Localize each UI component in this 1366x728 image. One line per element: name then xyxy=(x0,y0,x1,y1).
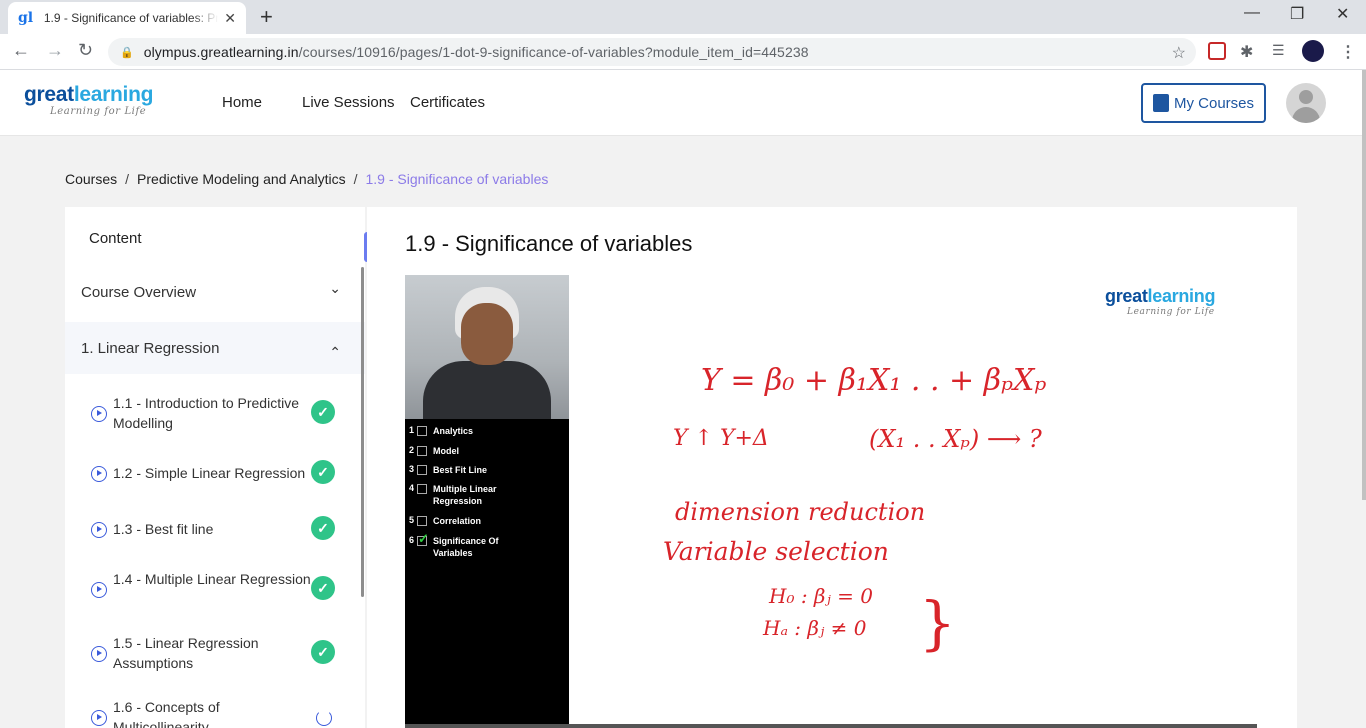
menu-icon[interactable]: ⋮ xyxy=(1340,42,1358,61)
play-circle-icon xyxy=(91,522,107,538)
equation-line: Y = β₀ + β₁X₁ . . + βₚXₚ xyxy=(701,363,1046,398)
breadcrumb: Courses / Predictive Modeling and Analytic… xyxy=(65,171,549,187)
handwritten-text: dimension reduction xyxy=(675,498,925,526)
outline-item: 3 Best Fit Line xyxy=(409,464,488,475)
nav-live-sessions[interactable]: Live Sessions xyxy=(302,94,395,111)
play-circle-icon xyxy=(91,406,107,422)
greatlearning-logo[interactable]: greatlearning Learning for Life xyxy=(24,84,153,118)
url-text: olympus.greatlearning.in/courses/10916/p… xyxy=(143,44,809,60)
equation-line: (X₁ . . Xₚ) ⟶ ? xyxy=(869,425,1042,453)
breadcrumb-courses[interactable]: Courses xyxy=(65,171,117,187)
lock-icon: 🔒 xyxy=(120,46,134,59)
sidebar-title: Content xyxy=(89,230,142,247)
hypothesis-alt: Hₐ : βⱼ ≠ 0 xyxy=(762,616,867,640)
outline-item: 1 Analytics xyxy=(409,425,474,436)
outline-item: 6Significance Of Variables xyxy=(409,531,523,559)
video-logo: greatlearning Learning for Life xyxy=(1105,286,1216,317)
sidebar-scrollbar[interactable] xyxy=(361,267,364,597)
book-icon xyxy=(1152,94,1169,112)
browser-tabstrip: gl 1.9 - Significance of variables: Pre … xyxy=(0,0,1366,34)
check-icon: ✓ xyxy=(311,400,335,424)
check-icon: ✓ xyxy=(311,516,335,540)
nav-certificates[interactable]: Certificates xyxy=(410,94,485,111)
profile-icon[interactable] xyxy=(1302,40,1324,62)
play-circle-icon xyxy=(91,466,107,482)
browser-toolbar: ← → ↻ 🔒 olympus.greatlearning.in/courses… xyxy=(0,34,1366,70)
restore-icon[interactable]: ❐ xyxy=(1290,4,1304,24)
loading-spinner-icon xyxy=(316,710,332,726)
check-icon: ✓ xyxy=(311,640,335,664)
avatar[interactable] xyxy=(1286,83,1326,123)
presenter-video xyxy=(405,275,569,419)
window-close-icon[interactable]: ✕ xyxy=(1336,4,1349,24)
outline-item: 5 Correlation xyxy=(409,515,482,526)
video-outline: 1 Analytics 2 Model 3 Best Fit Line 4 Multip… xyxy=(405,419,569,728)
forward-icon[interactable]: → xyxy=(46,40,64,61)
whiteboard: Y = β₀ + β₁X₁ . . + βₚXₚ Y ↑ Y+Δ (X₁ . .… xyxy=(569,275,1257,728)
check-icon: ✓ xyxy=(311,460,335,484)
page-scrollbar[interactable] xyxy=(1362,70,1366,500)
puzzle-icon[interactable]: ✱ xyxy=(1240,42,1258,61)
chevron-up-icon: ⌃ xyxy=(329,344,341,360)
handwritten-text: Variable selection xyxy=(663,537,889,566)
play-circle-icon xyxy=(91,646,107,662)
check-icon xyxy=(417,531,429,547)
media-icon[interactable]: ☰ xyxy=(1272,42,1290,60)
video-progress-bar[interactable] xyxy=(405,724,1257,728)
outline-item: 2 Model xyxy=(409,445,459,456)
address-bar[interactable]: 🔒 olympus.greatlearning.in/courses/10916… xyxy=(108,38,1196,66)
site-header: greatlearning Learning for Life Home Liv… xyxy=(0,70,1362,136)
hypothesis-null: H₀ : βⱼ = 0 xyxy=(768,584,873,608)
equation-line: Y ↑ Y+Δ xyxy=(673,426,769,451)
content-sidebar: Content Course Overview ⌄ 1. Linear Regr… xyxy=(65,207,365,728)
brace: } xyxy=(919,589,956,657)
greatlearning-favicon-icon: gl xyxy=(18,10,34,26)
section-linear-regression[interactable]: 1. Linear Regression ⌃ xyxy=(65,322,365,374)
chevron-down-icon: ⌄ xyxy=(329,280,341,296)
extension-icon[interactable] xyxy=(1208,42,1226,60)
browser-tab[interactable]: gl 1.9 - Significance of variables: Pre … xyxy=(8,2,246,34)
tab-title: 1.9 - Significance of variables: Pre xyxy=(43,11,219,25)
check-icon: ✓ xyxy=(311,576,335,600)
minimize-icon[interactable]: — xyxy=(1244,4,1260,22)
star-icon[interactable]: ☆ xyxy=(1172,43,1186,63)
breadcrumb-current: 1.9 - Significance of variables xyxy=(365,171,549,187)
back-icon[interactable]: ← xyxy=(12,40,30,61)
page-title: 1.9 - Significance of variables xyxy=(405,231,693,256)
play-circle-icon xyxy=(91,710,107,726)
video-player[interactable]: 1 Analytics 2 Model 3 Best Fit Line 4 Multip… xyxy=(405,275,1257,728)
close-tab-icon[interactable]: ✕ xyxy=(224,10,236,27)
nav-home[interactable]: Home xyxy=(222,94,262,111)
play-circle-icon xyxy=(91,582,107,598)
section-course-overview[interactable]: Course Overview ⌄ xyxy=(65,266,365,318)
new-tab-button[interactable]: + xyxy=(260,4,273,30)
main-content: 1.9 - Significance of variables 1 Analyti… xyxy=(367,207,1297,728)
breadcrumb-course[interactable]: Predictive Modeling and Analytics xyxy=(137,171,346,187)
outline-item: 4 Multiple Linear Regression xyxy=(409,483,497,506)
reload-icon[interactable]: ↻ xyxy=(78,40,93,61)
my-courses-button[interactable]: My Courses xyxy=(1141,83,1266,123)
